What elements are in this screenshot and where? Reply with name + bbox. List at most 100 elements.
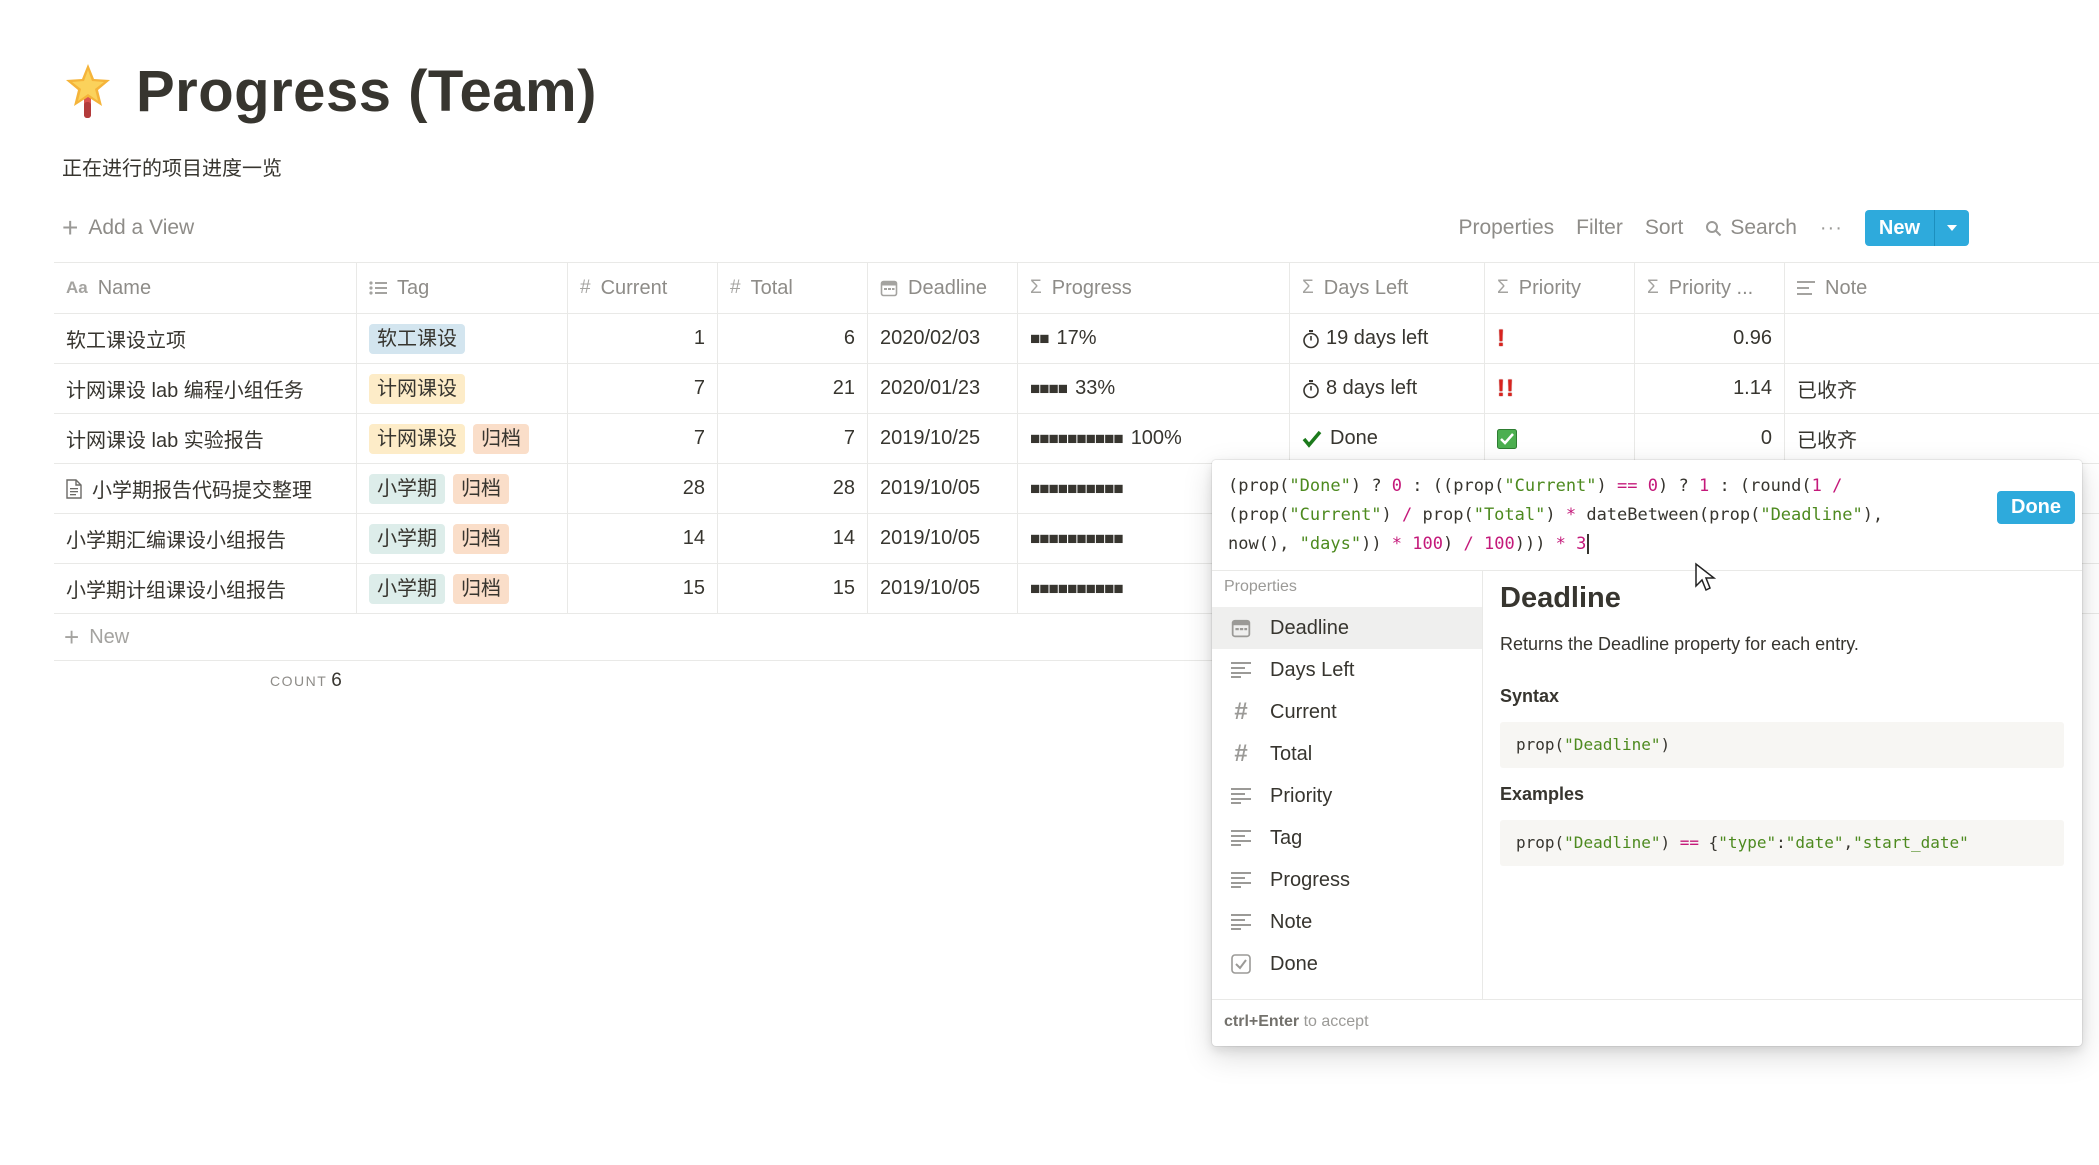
cell-name[interactable]: 小学期报告代码提交整理 (54, 464, 357, 513)
column-header-label: Name (97, 276, 152, 299)
more-options-button[interactable]: ··· (1808, 213, 1855, 244)
text-aa-icon: Aa (66, 278, 88, 297)
cell-total[interactable]: 6 (718, 314, 868, 363)
cell-deadline[interactable]: 2019/10/25 (868, 414, 1018, 463)
accept-hint: ctrl+Enter to accept (1224, 1013, 1369, 1031)
count-summary[interactable]: COUNT 6 (270, 670, 342, 692)
divider (1212, 999, 2082, 1000)
cell-days-left[interactable]: 19 days left (1290, 314, 1485, 363)
cell-total[interactable]: 7 (718, 414, 868, 463)
cell-days-left[interactable]: Done (1290, 414, 1485, 463)
cell-current[interactable]: 15 (568, 564, 718, 613)
cell-note[interactable]: 已收齐 (1785, 414, 2069, 463)
add-view-button[interactable]: + Add a View (62, 214, 194, 242)
sort-button[interactable]: Sort (1634, 210, 1695, 246)
column-header-label: Current (600, 276, 668, 299)
lines-icon (1230, 914, 1252, 930)
property-item-label: Total (1270, 742, 1313, 765)
table-row[interactable]: 计网课设 lab 编程小组任务 计网课设 7 21 2020/01/23 ■■■■ 33% 8… (54, 364, 2099, 414)
row-title: 计网课设 lab 编程小组任务 (66, 380, 304, 402)
column-header-priority[interactable]: Σ Priority (1485, 263, 1635, 313)
property-item-progress[interactable]: Progress (1212, 859, 1482, 901)
search-label: Search (1730, 216, 1797, 239)
cell-tags[interactable]: 计网课设 (357, 364, 568, 413)
cell-tags[interactable]: 小学期 归档 (357, 464, 568, 513)
cell-tags[interactable]: 小学期 归档 (357, 564, 568, 613)
cell-total[interactable]: 21 (718, 364, 868, 413)
count-value: 6 (331, 670, 342, 691)
formula-input[interactable]: (prop("Done") ? 0 : ((prop("Current") ==… (1228, 472, 1988, 559)
cell-name[interactable]: 计网课设 lab 实验报告 (54, 414, 357, 463)
property-item-priority[interactable]: Priority (1212, 775, 1482, 817)
tag-pill: 归档 (453, 473, 509, 504)
done-button[interactable]: Done (1997, 491, 2075, 524)
table-row[interactable]: 软工课设立项 软工课设 1 6 2020/02/03 ■■ 17% 19 days left!… (54, 314, 2099, 364)
property-item-note[interactable]: Note (1212, 901, 1482, 943)
cell-total[interactable]: 14 (718, 514, 868, 563)
cell-current[interactable]: 7 (568, 364, 718, 413)
new-dropdown-button[interactable] (1934, 210, 1969, 246)
cell-priority-value[interactable]: 0.96 (1635, 314, 1785, 363)
cell-name[interactable]: 软工课设立项 (54, 314, 357, 363)
cell-priority-value[interactable]: 1.14 (1635, 364, 1785, 413)
cell-current[interactable]: 7 (568, 414, 718, 463)
column-header-progress[interactable]: Σ Progress (1018, 263, 1290, 313)
cell-total[interactable]: 15 (718, 564, 868, 613)
cell-total[interactable]: 28 (718, 464, 868, 513)
cell-priority[interactable]: ! (1485, 314, 1635, 363)
progress-percent: 17% (1056, 327, 1097, 349)
table-row[interactable]: 计网课设 lab 实验报告 计网课设 归档 7 7 2019/10/25 ■■■■■■■■■… (54, 414, 2099, 464)
cell-deadline[interactable]: 2019/10/05 (868, 564, 1018, 613)
cell-deadline[interactable]: 2020/01/23 (868, 364, 1018, 413)
progress-bar: ■■■■■■■■■■ (1030, 478, 1124, 498)
property-item-deadline[interactable]: Deadline (1212, 607, 1482, 649)
cell-tags[interactable]: 软工课设 (357, 314, 568, 363)
property-item-done[interactable]: Done (1212, 943, 1482, 985)
property-item-total[interactable]: # Total (1212, 733, 1482, 775)
property-item-current[interactable]: # Current (1212, 691, 1482, 733)
cell-priority-value[interactable]: 0 (1635, 414, 1785, 463)
cell-progress[interactable]: ■■■■ 33% (1018, 364, 1290, 413)
new-button[interactable]: New (1864, 210, 1934, 246)
column-header-priority-value[interactable]: Σ Priority ... (1635, 263, 1785, 313)
cell-priority[interactable]: !! (1485, 364, 1635, 413)
cell-progress[interactable]: ■■ 17% (1018, 314, 1290, 363)
cell-tags[interactable]: 计网课设 归档 (357, 414, 568, 463)
star-wand-icon[interactable] (62, 62, 114, 122)
cell-tags[interactable]: 小学期 归档 (357, 514, 568, 563)
column-header-note[interactable]: Note (1785, 263, 2069, 313)
property-item-days-left[interactable]: Days Left (1212, 649, 1482, 691)
exclamation-icon: ! (1497, 324, 1506, 352)
cell-days-left[interactable]: 8 days left (1290, 364, 1485, 413)
properties-button[interactable]: Properties (1447, 210, 1565, 246)
cell-name[interactable]: 小学期计组课设小组报告 (54, 564, 357, 613)
column-header-total[interactable]: # Total (718, 263, 868, 313)
page-icon (66, 478, 82, 499)
stopwatch-icon (1302, 379, 1320, 399)
cell-deadline[interactable]: 2019/10/05 (868, 464, 1018, 513)
sigma-icon: Σ (1030, 277, 1042, 298)
cell-current[interactable]: 1 (568, 314, 718, 363)
column-header-deadline[interactable]: Deadline (868, 263, 1018, 313)
chevron-down-icon (1947, 225, 1957, 231)
cell-deadline[interactable]: 2020/02/03 (868, 314, 1018, 363)
column-header-tag[interactable]: Tag (357, 263, 568, 313)
property-item-tag[interactable]: Tag (1212, 817, 1482, 859)
cell-deadline[interactable]: 2019/10/05 (868, 514, 1018, 563)
column-header-label: Priority (1518, 276, 1581, 299)
search-button[interactable]: Search (1694, 210, 1808, 246)
column-header-name[interactable]: Aa Name (54, 263, 357, 313)
cell-note[interactable] (1785, 314, 2069, 363)
cell-priority[interactable] (1485, 414, 1635, 463)
cell-progress[interactable]: ■■■■■■■■■■ 100% (1018, 414, 1290, 463)
cell-current[interactable]: 14 (568, 514, 718, 563)
cell-name[interactable]: 计网课设 lab 编程小组任务 (54, 364, 357, 413)
column-header-current[interactable]: # Current (568, 263, 718, 313)
filter-button[interactable]: Filter (1565, 210, 1634, 246)
cell-note[interactable]: 已收齐 (1785, 364, 2069, 413)
column-header-days-left[interactable]: Σ Days Left (1290, 263, 1485, 313)
cell-name[interactable]: 小学期汇编课设小组报告 (54, 514, 357, 563)
hash-icon: # (580, 277, 591, 298)
cell-current[interactable]: 28 (568, 464, 718, 513)
new-row-button[interactable]: + New (54, 614, 1224, 661)
